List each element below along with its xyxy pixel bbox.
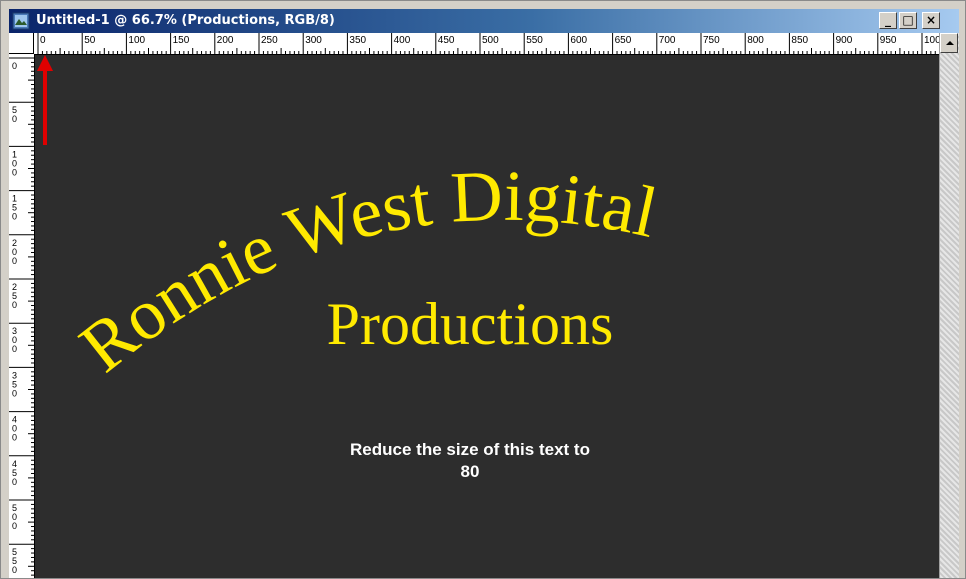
ruler-label: 0 <box>12 167 17 177</box>
ruler-label: 0 <box>12 344 17 354</box>
annotation-note: Reduce the size of this text to 80 <box>305 439 635 483</box>
ruler-label: 950 <box>880 35 897 46</box>
ruler-label: 0 <box>40 35 46 46</box>
ruler-label: 400 <box>394 35 411 46</box>
ruler-label: 700 <box>659 35 676 46</box>
ruler-label: 650 <box>615 35 632 46</box>
ruler-label: 550 <box>526 35 543 46</box>
photoshop-document-icon[interactable] <box>12 12 30 30</box>
ruler-label: 0 <box>12 477 17 487</box>
window-title: Untitled-1 @ 66.7% (Productions, RGB/8) <box>36 13 335 28</box>
document-window: Untitled-1 @ 66.7% (Productions, RGB/8) … <box>0 0 966 579</box>
vertical-ruler-ticks: 0501001502002503003504004505005506 <box>9 57 34 576</box>
ruler-label: 0 <box>12 433 17 443</box>
horizontal-ruler-ticks: 0 50 100 150 200 250 300 350 400 450 500 550 600 650 7… <box>37 33 939 54</box>
ruler-label: 0 <box>12 521 17 531</box>
red-arrow-icon <box>37 55 53 145</box>
minimize-button[interactable]: _ <box>879 12 897 29</box>
document-canvas[interactable]: Ronnie West Digital Productions Reduce t… <box>35 55 939 578</box>
maximize-button[interactable]: □ <box>899 12 917 29</box>
ruler-label: 850 <box>791 35 808 46</box>
ruler-label: 250 <box>261 35 278 46</box>
ruler-label: 0 <box>12 300 17 310</box>
ruler-label: 0 <box>12 212 17 222</box>
close-button[interactable]: × <box>922 12 940 29</box>
ruler-label: 0 <box>12 565 17 575</box>
ruler-label: 200 <box>217 35 234 46</box>
ruler-label: 100 <box>128 35 145 46</box>
annotation-line-2: 80 <box>460 462 480 481</box>
vertical-scrollbar[interactable] <box>939 33 959 578</box>
ruler-label: 50 <box>84 35 96 46</box>
ruler-label: 0 <box>12 256 17 266</box>
ruler-label: 350 <box>349 35 366 46</box>
ruler-label: 450 <box>438 35 455 46</box>
ruler-label: 150 <box>173 35 190 46</box>
ruler-label: 0 <box>12 388 17 398</box>
ruler-label: 0 <box>12 114 17 124</box>
ruler-label: 500 <box>482 35 499 46</box>
vertical-ruler[interactable]: 0501001502002503003504004505005506 <box>9 54 35 578</box>
ruler-label: 100 <box>924 35 939 46</box>
horizontal-ruler[interactable]: 0 50 100 150 200 250 300 350 400 450 500 550 600 650 7… <box>34 33 939 55</box>
annotation-line-1: Reduce the size of this text to <box>350 440 590 459</box>
productions-text[interactable]: Productions <box>305 291 635 357</box>
scroll-up-arrow-icon[interactable] <box>940 33 958 53</box>
ruler-label: 0 <box>12 61 17 71</box>
ruler-label: 300 <box>305 35 322 46</box>
ruler-label: 600 <box>570 35 587 46</box>
ruler-label: 750 <box>703 35 720 46</box>
ruler-label: 800 <box>747 35 764 46</box>
ruler-label: 900 <box>836 35 853 46</box>
ruler-origin[interactable] <box>9 33 34 54</box>
title-bar[interactable]: Untitled-1 @ 66.7% (Productions, RGB/8) … <box>9 9 959 33</box>
